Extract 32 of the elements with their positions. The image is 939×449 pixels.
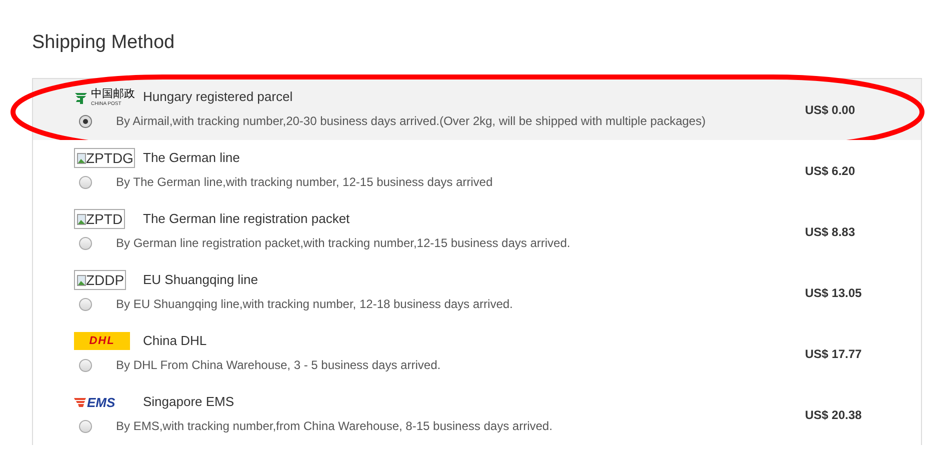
- option-description: By EU Shuangqing line,with tracking number, 12-18 business days arrived.: [116, 296, 513, 313]
- option-name: Hungary registered parcel: [143, 88, 293, 106]
- price: US$ 8.83: [805, 224, 856, 241]
- option-name: The German line registration packet: [143, 210, 350, 228]
- price: US$ 0.00: [805, 102, 856, 119]
- option-description: By German line registration packet,with tracking number,12-15 business days arrived.: [116, 235, 570, 252]
- logo-text: 中国邮政: [91, 88, 135, 100]
- price: US$ 6.20: [805, 163, 856, 180]
- price: US$ 20.38: [805, 407, 862, 424]
- radio-button[interactable]: [79, 358, 92, 372]
- ems-logo: EMS: [74, 393, 116, 411]
- dhl-logo: DHL: [74, 332, 130, 350]
- option-description: By Airmail,with tracking number,20-30 business days arrived.(Over 2kg, will be shipped with multiple packages): [116, 113, 706, 130]
- radio-button[interactable]: [79, 236, 92, 250]
- radio-button[interactable]: [79, 176, 92, 188]
- option-name: China DHL: [143, 332, 207, 350]
- broken-image: ZPTDG: [74, 148, 136, 168]
- option-description: By EMS,with tracking number,from China Warehouse, 8-15 business days arrived.: [116, 418, 552, 435]
- option-name: EU Shuangqing line: [143, 271, 258, 290]
- section-title: Shipping Method: [32, 31, 175, 55]
- post-emblem-icon: [74, 90, 88, 104]
- option-name: Singapore EMS: [143, 393, 234, 412]
- option-description: By The German line,with tracking number, 12-15 business days arrived: [116, 174, 493, 191]
- price: US$ 17.77: [805, 346, 862, 363]
- radio-button[interactable]: [79, 114, 92, 128]
- broken-image: ZPTD: [74, 209, 125, 229]
- radio-button[interactable]: [79, 420, 92, 432]
- broken-image: ZDDP: [74, 270, 126, 290]
- option-description: By DHL From China Warehouse, 3 - 5 business days arrived.: [116, 357, 441, 374]
- option-name: The German line: [143, 149, 240, 168]
- radio-button[interactable]: [79, 298, 92, 310]
- price: US$ 13.05: [805, 285, 862, 302]
